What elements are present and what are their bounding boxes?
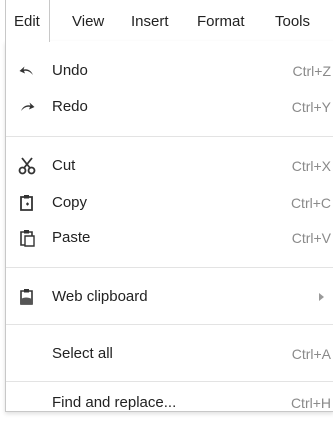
menu-view-label: View [72,13,105,30]
menu-edit[interactable]: Edit [5,0,50,42]
menu-format-label: Format [197,13,245,30]
menu-item-paste[interactable]: Paste Ctrl+V [6,222,333,254]
menu-item-undo-shortcut: Ctrl+Z [292,63,332,79]
menu-item-paste-shortcut: Ctrl+V [291,230,331,246]
menu-tools[interactable]: Tools [275,12,310,32]
menu-separator [6,381,333,382]
menu-item-cut[interactable]: Cut Ctrl+X [6,150,333,182]
menu-item-copy[interactable]: Copy Ctrl+C [6,187,333,219]
clipboard-icon [18,288,36,306]
menu-tools-label: Tools [275,13,311,30]
scissors-icon [18,157,36,175]
menu-insert-label: Insert [131,13,169,30]
menu-separator [6,136,333,137]
menu-bar: Edit View Insert Format Tools [0,0,333,42]
edit-dropdown-menu: Undo Ctrl+Z Redo Ctrl+Y Cut Ctrl+X Copy … [5,41,333,412]
menu-item-redo-shortcut: Ctrl+Y [291,99,331,115]
menu-edit-label: Edit [14,13,40,30]
menu-item-select-all-shortcut: Ctrl+A [291,346,331,362]
menu-item-copy-label: Copy [52,194,88,211]
menu-item-web-clipboard[interactable]: Web clipboard [6,281,333,313]
menu-item-paste-label: Paste [52,229,91,246]
menu-item-cut-shortcut: Ctrl+X [291,158,331,174]
menu-item-find-replace-shortcut: Ctrl+H [290,395,331,411]
menu-item-undo-label: Undo [52,62,88,79]
menu-item-select-all[interactable]: Select all Ctrl+A [6,338,333,370]
menu-item-undo[interactable]: Undo Ctrl+Z [6,55,333,87]
menu-item-find-replace[interactable]: Find and replace... Ctrl+H [6,394,333,411]
menu-item-find-replace-label: Find and replace... [52,394,177,411]
copy-icon [18,194,36,212]
menu-item-web-clipboard-label: Web clipboard [52,288,148,305]
menu-item-redo-label: Redo [52,98,88,115]
menu-separator [6,267,333,268]
menu-separator [6,324,333,325]
submenu-arrow-icon [319,293,324,301]
menu-item-cut-label: Cut [52,157,76,174]
menu-format[interactable]: Format [197,12,245,32]
menu-view[interactable]: View [72,12,104,32]
undo-icon [18,62,36,80]
redo-icon [18,98,36,116]
menu-insert[interactable]: Insert [131,12,169,32]
menu-item-copy-shortcut: Ctrl+C [290,195,331,211]
menu-item-select-all-label: Select all [52,345,113,362]
menu-item-redo[interactable]: Redo Ctrl+Y [6,91,333,123]
paste-icon [18,229,36,247]
